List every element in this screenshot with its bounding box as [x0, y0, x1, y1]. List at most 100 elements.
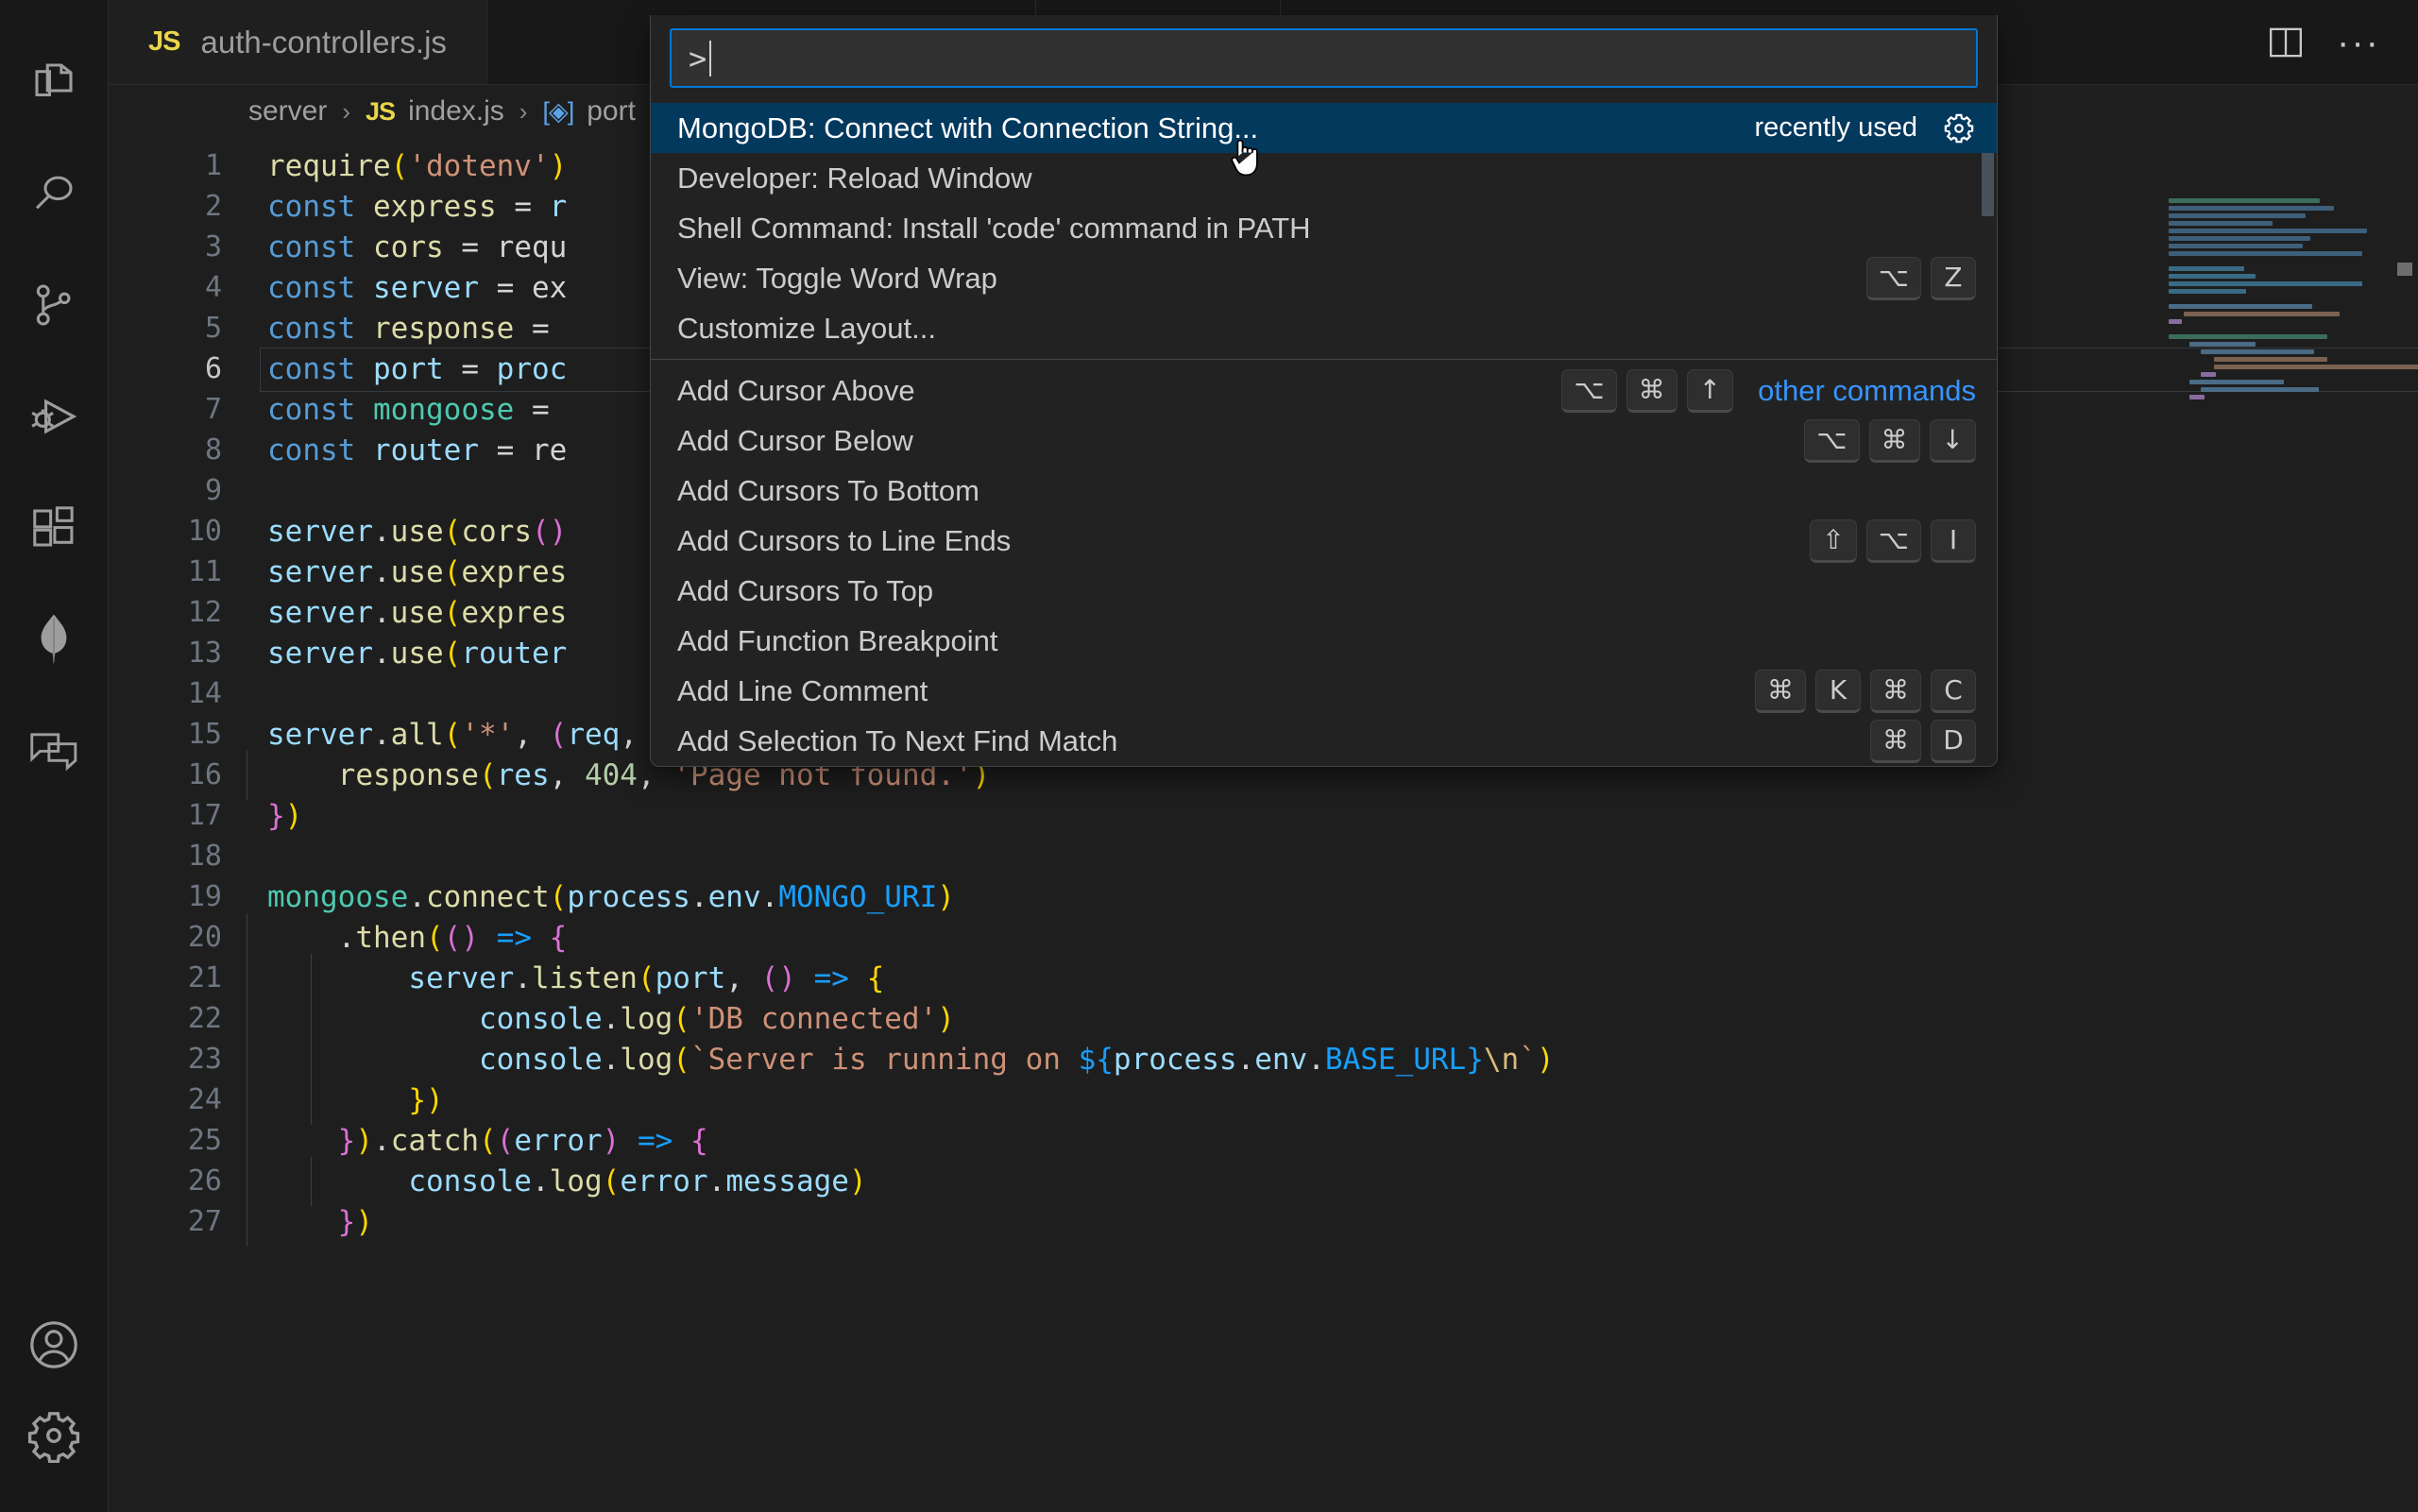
code-line: 23 console.log(`Server is running on ${p… — [109, 1039, 2418, 1079]
js-file-icon: JS — [366, 97, 395, 127]
code-line: 19mongoose.connect(process.env.MONGO_URI… — [109, 876, 2418, 917]
key-option: ⌥ — [1866, 519, 1921, 563]
tab-auth-controllers-js[interactable]: JS auth-controllers.js — [109, 0, 487, 84]
command-palette-input-row: > — [651, 15, 1997, 103]
palette-item-add-line-comment[interactable]: Add Line Comment ⌘ K ⌘ C — [651, 666, 1997, 716]
palette-item-add-selection-to-next-find-match[interactable]: Add Selection To Next Find Match ⌘ D — [651, 716, 1997, 766]
keybinding: ⌥ Z — [1866, 257, 1976, 300]
split-editor-icon[interactable] — [2267, 24, 2305, 61]
breadcrumb-item-folder[interactable]: server — [248, 95, 327, 127]
key-arrow-down: ↓ — [1930, 419, 1976, 463]
tab-label: auth-controllers.js — [200, 25, 446, 60]
palette-item-label: Add Cursors To Bottom — [677, 474, 979, 508]
palette-item-label: Add Selection To Next Find Match — [677, 724, 1117, 758]
source-control-icon — [28, 280, 79, 331]
key-d: D — [1931, 720, 1976, 763]
palette-item-toggle-word-wrap[interactable]: View: Toggle Word Wrap ⌥ Z — [651, 253, 1997, 303]
key-shift: ⇧ — [1810, 519, 1856, 563]
key-command: ⌘ — [1755, 670, 1806, 713]
palette-item-mongodb-connect[interactable]: MongoDB: Connect with Connection String.… — [651, 103, 1997, 153]
sidebar-item-search[interactable] — [0, 138, 109, 249]
manage-settings-button[interactable] — [0, 1401, 109, 1512]
palette-group-separator — [651, 359, 1997, 360]
key-c: C — [1931, 670, 1976, 713]
code-line: 18 — [109, 836, 2418, 876]
palette-item-label: Shell Command: Install 'code' command in… — [677, 212, 1311, 246]
palette-item-label: Add Cursor Above — [677, 374, 915, 408]
extensions-icon — [28, 502, 79, 553]
mongodb-leaf-icon — [28, 612, 79, 667]
palette-item-shell-command-install[interactable]: Shell Command: Install 'code' command in… — [651, 203, 1997, 253]
palette-group-label-recent: recently used — [1755, 112, 1918, 144]
palette-group-label-other: other commands — [1758, 374, 1976, 408]
key-k: K — [1815, 670, 1861, 713]
palette-item-label: Developer: Reload Window — [677, 161, 1032, 195]
breadcrumb-separator-icon: › — [519, 97, 528, 127]
palette-item-customize-layout[interactable]: Customize Layout... — [651, 303, 1997, 353]
key-command: ⌘ — [1870, 670, 1921, 713]
text-caret — [709, 41, 711, 76]
palette-item-label: MongoDB: Connect with Connection String.… — [677, 111, 1258, 145]
palette-item-add-cursors-to-line-ends[interactable]: Add Cursors to Line Ends ⇧ ⌥ I — [651, 516, 1997, 566]
key-option: ⌥ — [1561, 369, 1616, 413]
palette-item-add-cursor-below[interactable]: Add Cursor Below ⌥ ⌘ ↓ — [651, 416, 1997, 466]
code-line: 17}) — [109, 795, 2418, 836]
palette-item-add-cursor-above[interactable]: Add Cursor Above ⌥ ⌘ ↑ other commands — [651, 365, 1997, 416]
command-palette-list[interactable]: MongoDB: Connect with Connection String.… — [651, 103, 1997, 766]
code-line: 24 }) — [109, 1079, 2418, 1120]
breadcrumb-label: server — [248, 95, 327, 127]
sidebar-item-mongodb[interactable] — [0, 584, 109, 695]
code-line: 20 .then(() => { — [109, 917, 2418, 958]
gear-icon[interactable] — [1942, 111, 1976, 145]
key-option: ⌥ — [1866, 257, 1921, 300]
sidebar-item-run-and-debug[interactable] — [0, 361, 109, 472]
key-command: ⌘ — [1870, 720, 1921, 763]
key-command: ⌘ — [1869, 419, 1920, 463]
chat-icon — [27, 726, 80, 775]
keybinding: ⌘ D — [1870, 720, 1976, 763]
symbol-variable-icon: [◈] — [542, 97, 573, 127]
vscode-window: JS auth-controllers.js App.jsx App.css — [0, 0, 2418, 1512]
sidebar-item-source-control[interactable] — [0, 249, 109, 361]
keybinding: ⌘ K ⌘ C — [1755, 670, 1976, 713]
code-line: 26 console.log(error.message) — [109, 1161, 2418, 1201]
palette-item-add-function-breakpoint[interactable]: Add Function Breakpoint — [651, 616, 1997, 666]
command-palette[interactable]: > MongoDB: Connect with Connection Strin… — [650, 15, 1998, 767]
code-line: 21 server.listen(port, () => { — [109, 958, 2418, 998]
key-option: ⌥ — [1804, 419, 1859, 463]
editor-group: JS auth-controllers.js App.jsx App.css — [109, 0, 2418, 1512]
palette-item-label: Add Cursors to Line Ends — [677, 524, 1011, 558]
breadcrumb-separator-icon: › — [342, 97, 350, 127]
ellipsis-icon[interactable]: ··· — [2337, 33, 2380, 52]
palette-item-label: Add Line Comment — [677, 674, 928, 708]
command-palette-input[interactable]: > — [670, 28, 1978, 88]
keybinding: ⇧ ⌥ I — [1810, 519, 1976, 563]
palette-item-label: View: Toggle Word Wrap — [677, 262, 997, 296]
sidebar-item-explorer[interactable] — [0, 26, 109, 138]
sidebar-item-chat[interactable] — [0, 695, 109, 807]
key-z: Z — [1931, 257, 1976, 300]
palette-item-label: Add Cursor Below — [677, 424, 913, 458]
run-and-debug-icon — [27, 390, 80, 443]
breadcrumb-label: port — [587, 95, 636, 127]
palette-item-developer-reload-window[interactable]: Developer: Reload Window — [651, 153, 1997, 203]
breadcrumb-item-symbol[interactable]: [◈] port — [542, 95, 635, 127]
code-line: 25 }).catch((error) => { — [109, 1120, 2418, 1161]
files-icon — [28, 57, 79, 108]
keybinding: ⌥ ⌘ ↑ — [1561, 369, 1733, 413]
palette-item-label: Add Cursors To Top — [677, 574, 933, 608]
palette-item-add-cursors-to-top[interactable]: Add Cursors To Top — [651, 566, 1997, 616]
code-line: 22 console.log('DB connected') — [109, 998, 2418, 1039]
sidebar-item-extensions[interactable] — [0, 472, 109, 584]
breadcrumb-item-file[interactable]: JS index.js — [366, 95, 504, 127]
js-file-icon: JS — [148, 26, 179, 58]
command-palette-input-value: > — [689, 41, 707, 76]
gear-icon — [26, 1408, 81, 1463]
activity-bar — [0, 0, 109, 1512]
breadcrumb-label: index.js — [408, 95, 504, 127]
palette-item-add-cursors-to-bottom[interactable]: Add Cursors To Bottom — [651, 466, 1997, 516]
accounts-button[interactable] — [0, 1289, 109, 1401]
palette-item-label: Customize Layout... — [677, 312, 936, 346]
tab-bar-actions: ··· — [2267, 0, 2418, 84]
code-line: 27 }) — [109, 1201, 2418, 1242]
